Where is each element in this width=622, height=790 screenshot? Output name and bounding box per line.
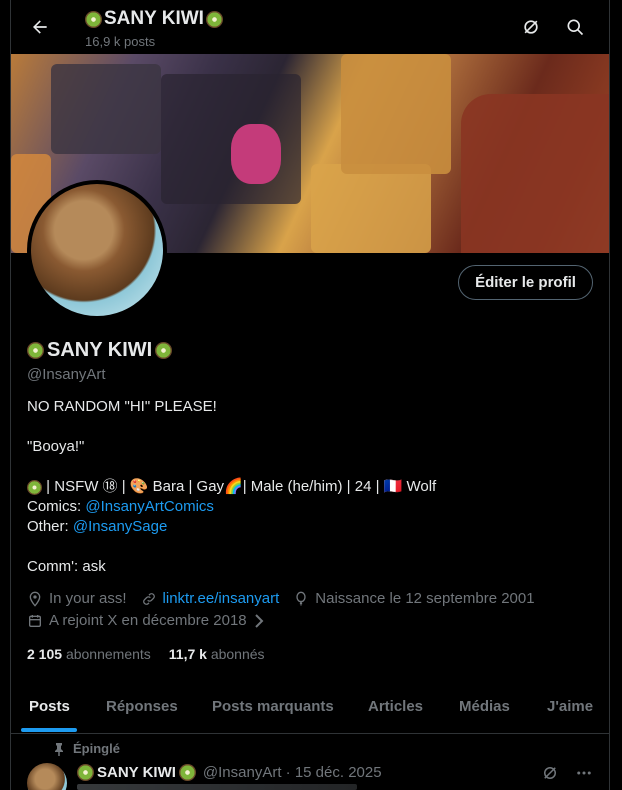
bio-line: "Booya!" <box>27 438 85 455</box>
bio-line: Other: @InsanySage <box>27 518 168 535</box>
avatar <box>31 184 163 316</box>
bio-line: Comics: @InsanyArtComics <box>27 498 214 515</box>
search-button[interactable] <box>562 14 588 40</box>
top-bar: SANY KIWI 16,9 k posts <box>11 0 609 53</box>
profile-location: In your ass! <box>49 590 127 607</box>
post-actions <box>541 764 593 782</box>
tab-posts[interactable]: Posts <box>29 698 70 715</box>
search-icon <box>567 19 584 36</box>
post-header: SANY KIWI @InsanyArt · 15 déc. 2025 <box>77 764 382 781</box>
kiwi-emoji-icon <box>77 764 94 781</box>
bio-line: Comm': ask <box>27 558 106 575</box>
profile-meta-row: In your ass! linktr.ee/insanyart Naissan… <box>27 590 535 607</box>
grok-icon <box>524 20 538 34</box>
kiwi-emoji-icon <box>205 10 223 28</box>
profile-joined-row[interactable]: A rejoint X en décembre 2018 <box>27 612 265 629</box>
comics-account-link[interactable]: @InsanyArtComics <box>85 498 214 515</box>
profile-joined: A rejoint X en décembre 2018 <box>49 612 247 629</box>
posts-count: 16,9 k posts <box>85 34 156 49</box>
back-arrow-icon <box>33 20 47 34</box>
edit-profile-button[interactable]: Éditer le profil <box>458 265 593 300</box>
calendar-icon <box>29 614 41 627</box>
profile-handle: @InsanyArt <box>27 366 106 383</box>
post-author-name[interactable]: SANY KIWI <box>97 764 176 781</box>
bio-line: | NSFW ⑱ | 🎨 Bara | Gay🌈| Male (he/him) … <box>27 477 436 497</box>
profile-website-link[interactable]: linktr.ee/insanyart <box>163 590 280 607</box>
grok-button[interactable] <box>518 14 544 40</box>
kiwi-emoji-icon <box>155 342 173 359</box>
grok-icon[interactable] <box>541 764 559 782</box>
tab-likes[interactable]: J'aime <box>547 698 593 715</box>
kiwi-emoji-icon <box>178 764 196 781</box>
pin-icon <box>55 742 63 756</box>
post-author-avatar[interactable] <box>27 763 67 790</box>
tab-highlights[interactable]: Posts marquants <box>212 698 334 715</box>
pinned-indicator: Épinglé <box>53 741 120 756</box>
post-handle-date[interactable]: @InsanyArt · 15 déc. 2025 <box>203 764 382 781</box>
kiwi-emoji-icon <box>85 10 102 28</box>
post-text-cutoff <box>77 784 357 790</box>
location-icon <box>29 591 41 607</box>
bio-line: NO RANDOM "HI" PLEASE! <box>27 398 217 415</box>
following-link[interactable]: 2 105 abonnements <box>27 646 151 662</box>
profile-birthday: Naissance le 12 septembre 2001 <box>315 590 535 607</box>
page-title: SANY KIWI <box>85 8 223 30</box>
active-tab-indicator <box>21 728 77 732</box>
profile-avatar[interactable] <box>27 180 167 320</box>
profile-bio: NO RANDOM "HI" PLEASE! "Booya!" | NSFW ⑱… <box>27 397 436 577</box>
tab-media[interactable]: Médias <box>459 698 510 715</box>
followers-link[interactable]: 11,7 k abonnés <box>169 646 265 662</box>
balloon-icon <box>296 591 306 606</box>
back-button[interactable] <box>25 12 55 42</box>
link-icon <box>142 592 155 605</box>
kiwi-emoji-icon <box>27 342 44 359</box>
chevron-right-icon <box>254 613 264 628</box>
profile-page: SANY KIWI 16,9 k posts Éditer le profil … <box>10 0 610 790</box>
other-account-link[interactable]: @InsanySage <box>73 518 167 535</box>
profile-tabs: Posts Réponses Posts marquants Articles … <box>11 686 609 734</box>
profile-name: SANY KIWI <box>27 339 173 362</box>
tab-replies[interactable]: Réponses <box>106 698 178 715</box>
tab-articles[interactable]: Articles <box>368 698 423 715</box>
kiwi-emoji-icon <box>27 479 42 495</box>
follow-stats: 2 105 abonnements 11,7 k abonnés <box>27 646 265 662</box>
more-icon[interactable] <box>575 764 593 782</box>
